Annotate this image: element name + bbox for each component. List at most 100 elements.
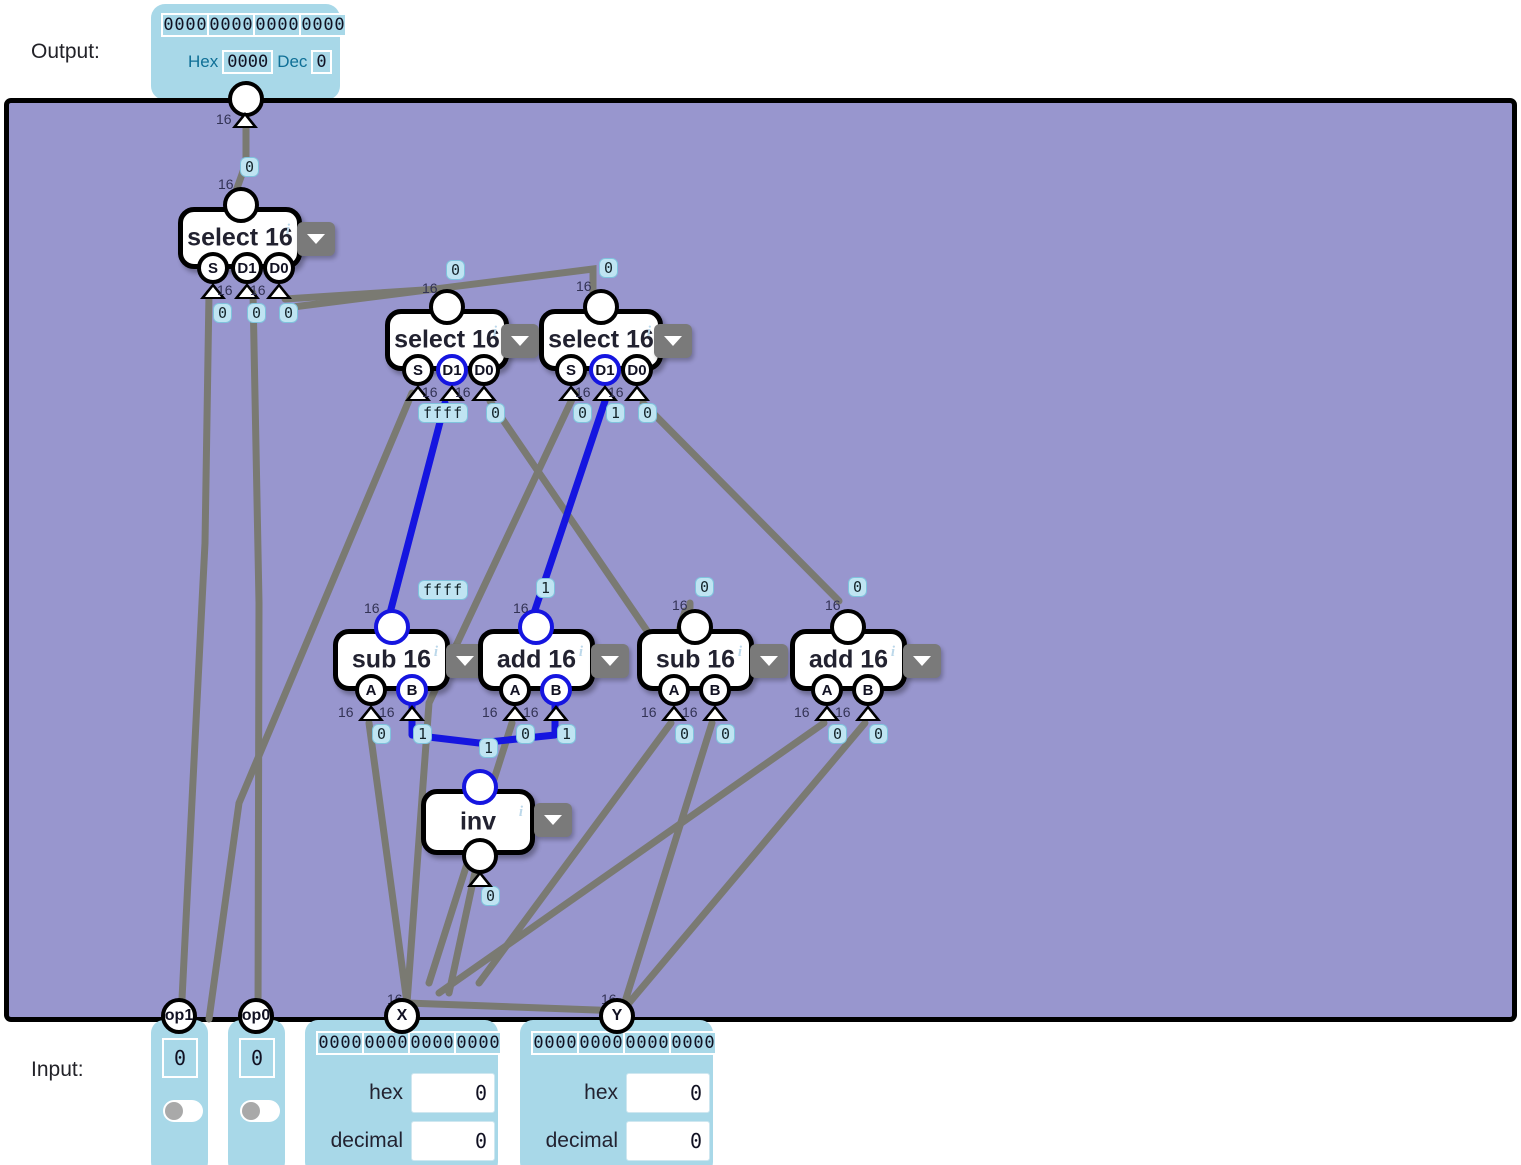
bit-cell[interactable]: 0 xyxy=(566,1033,577,1053)
bit-cell[interactable]: 0 xyxy=(533,1033,544,1053)
bit-cell[interactable]: 0 xyxy=(163,15,174,35)
info-icon[interactable]: i xyxy=(519,804,523,821)
port-x[interactable]: X xyxy=(384,998,420,1034)
dropdown-select-top[interactable] xyxy=(297,222,335,256)
bit-cell[interactable]: 0 xyxy=(544,1033,555,1053)
bit-cell[interactable]: 0 xyxy=(312,15,323,35)
dropdown-select-mid-right[interactable] xyxy=(654,324,692,358)
info-icon[interactable]: i xyxy=(738,644,742,661)
port-select-mid-left-S[interactable]: S xyxy=(402,354,434,386)
bit-cell[interactable]: 0 xyxy=(397,1033,408,1053)
info-icon[interactable]: i xyxy=(891,644,895,661)
dropdown-inv[interactable] xyxy=(534,803,572,837)
bit-cell[interactable]: 0 xyxy=(682,1033,693,1053)
port-sub-right-out[interactable] xyxy=(677,609,713,645)
bit-cell[interactable]: 0 xyxy=(209,15,220,35)
y-bit-display[interactable]: 0000000000000000 xyxy=(531,1031,717,1055)
port-select-mid-left-D0[interactable]: D0 xyxy=(468,354,500,386)
bit-cell[interactable]: 0 xyxy=(375,1033,386,1053)
info-icon[interactable]: i xyxy=(579,644,583,661)
bit-cell[interactable]: 0 xyxy=(220,15,231,35)
dropdown-sub-right[interactable] xyxy=(750,644,788,678)
info-icon[interactable]: i xyxy=(493,324,497,341)
bit-cell[interactable]: 0 xyxy=(467,1033,478,1053)
port-select-mid-right-D0[interactable]: D0 xyxy=(621,354,653,386)
port-op0[interactable]: op0 xyxy=(238,998,274,1034)
bit-cell[interactable]: 0 xyxy=(658,1033,669,1053)
bit-cell[interactable]: 0 xyxy=(329,1033,340,1053)
port-select-top-S[interactable]: S xyxy=(197,252,229,284)
bit-cell[interactable]: 0 xyxy=(555,1033,566,1053)
port-add-left-out[interactable] xyxy=(518,609,554,645)
bit-cell[interactable]: 0 xyxy=(318,1033,329,1053)
dropdown-add-left[interactable] xyxy=(591,644,629,678)
port-sub-right-A[interactable]: A xyxy=(658,674,690,706)
op1-toggle[interactable] xyxy=(163,1100,203,1122)
port-sub-left-B[interactable]: B xyxy=(396,674,428,706)
dropdown-add-right[interactable] xyxy=(903,644,941,678)
bit-cell[interactable]: 0 xyxy=(174,15,185,35)
port-select-mid-right-D1[interactable]: D1 xyxy=(589,354,621,386)
bit-cell[interactable]: 0 xyxy=(601,1033,612,1053)
info-icon[interactable]: i xyxy=(434,644,438,661)
bit-cell[interactable]: 0 xyxy=(625,1033,636,1053)
bit-cell[interactable]: 0 xyxy=(386,1033,397,1053)
port-sub-left-A[interactable]: A xyxy=(355,674,387,706)
op0-toggle[interactable] xyxy=(240,1100,280,1122)
port-sub-left-out[interactable] xyxy=(374,609,410,645)
dropdown-select-mid-left[interactable] xyxy=(501,324,539,358)
bit-cell[interactable]: 0 xyxy=(288,15,299,35)
bit-cell[interactable]: 0 xyxy=(693,1033,704,1053)
bit-cell[interactable]: 0 xyxy=(478,1033,489,1053)
port-add-right-A[interactable]: A xyxy=(811,674,843,706)
x-bit-display[interactable]: 0000000000000000 xyxy=(316,1031,502,1055)
port-add-left-B[interactable]: B xyxy=(540,674,572,706)
port-select-top-D1[interactable]: D1 xyxy=(231,252,263,284)
bit-cell[interactable]: 0 xyxy=(196,15,207,35)
bit-cell[interactable]: 0 xyxy=(590,1033,601,1053)
port-inv-out[interactable] xyxy=(462,769,498,805)
bit-cell[interactable]: 0 xyxy=(185,15,196,35)
port-inv-in[interactable] xyxy=(462,838,498,874)
bit-cell[interactable]: 0 xyxy=(704,1033,715,1053)
bit-cell[interactable]: 0 xyxy=(456,1033,467,1053)
x-dec-input[interactable]: 0 xyxy=(411,1121,495,1161)
bit-cell[interactable]: 0 xyxy=(266,15,277,35)
port-sub-right-B[interactable]: B xyxy=(699,674,731,706)
port-add-right-B[interactable]: B xyxy=(852,674,884,706)
bit-cell[interactable]: 0 xyxy=(364,1033,375,1053)
port-select-top-out[interactable] xyxy=(223,187,259,223)
bit-cell[interactable]: 0 xyxy=(351,1033,362,1053)
bit-cell[interactable]: 0 xyxy=(323,15,334,35)
port-select-mid-left-D1[interactable]: D1 xyxy=(436,354,468,386)
bit-cell[interactable]: 0 xyxy=(277,15,288,35)
bit-cell[interactable]: 0 xyxy=(255,15,266,35)
port-select-top-D0[interactable]: D0 xyxy=(263,252,295,284)
circuit-canvas[interactable]: 0 16 0 16 0 16 ffff 16 1 16 0 16 0 16 0 … xyxy=(4,98,1517,1023)
bit-cell[interactable]: 0 xyxy=(489,1033,500,1053)
port-add-left-A[interactable]: A xyxy=(499,674,531,706)
bit-cell[interactable]: 0 xyxy=(410,1033,421,1053)
bit-cell[interactable]: 0 xyxy=(231,15,242,35)
info-icon[interactable]: i xyxy=(286,222,290,239)
port-op1[interactable]: op1 xyxy=(161,998,197,1034)
bit-cell[interactable]: 0 xyxy=(301,15,312,35)
bit-cell[interactable]: 0 xyxy=(636,1033,647,1053)
bit-cell[interactable]: 0 xyxy=(432,1033,443,1053)
bit-cell[interactable]: 0 xyxy=(579,1033,590,1053)
y-dec-input[interactable]: 0 xyxy=(626,1121,710,1161)
bit-cell[interactable]: 0 xyxy=(242,15,253,35)
port-select-mid-right-out[interactable] xyxy=(583,289,619,325)
bit-cell[interactable]: 0 xyxy=(421,1033,432,1053)
bit-cell[interactable]: 0 xyxy=(647,1033,658,1053)
bit-cell[interactable]: 0 xyxy=(612,1033,623,1053)
info-icon[interactable]: i xyxy=(647,324,651,341)
output-bit-display[interactable]: 0000000000000000 xyxy=(161,13,347,37)
bit-cell[interactable]: 0 xyxy=(334,15,345,35)
port-select-mid-right-S[interactable]: S xyxy=(555,354,587,386)
port-add-right-out[interactable] xyxy=(830,609,866,645)
x-hex-input[interactable]: 0 xyxy=(411,1073,495,1113)
port-select-mid-left-out[interactable] xyxy=(429,289,465,325)
bit-cell[interactable]: 0 xyxy=(340,1033,351,1053)
port-y[interactable]: Y xyxy=(599,998,635,1034)
